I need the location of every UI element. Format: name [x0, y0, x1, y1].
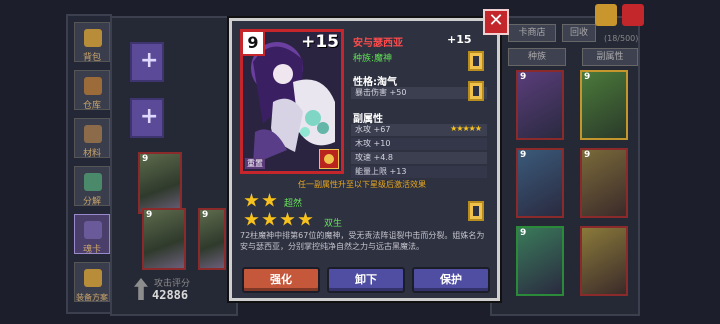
equip-plan-icon [84, 269, 102, 287]
warehouse-icon [84, 77, 102, 95]
sword-icon [134, 278, 148, 300]
card-level: 9 [202, 210, 209, 220]
hero-enhance-level: +15 [447, 33, 472, 46]
materials-icon [84, 125, 102, 143]
hero-description: 72柱魔神中排第67位的魔神，受无责法阵诅裂中击而分裂。姐姝名为安与瑟西亚，分别… [240, 231, 485, 251]
card-inventory-panel: 卡商店 回收 (18/500) 种族 副属性 9 9 9 9 9 [490, 16, 640, 316]
set-effect-label: 双生 [324, 219, 343, 229]
star-icon [298, 212, 313, 226]
card-tag: 重置 [245, 158, 265, 169]
star-icon [244, 212, 259, 226]
nav-soul-card[interactable]: 魂卡 [74, 214, 110, 255]
sub-attr-row: 木攻 +10 [351, 138, 487, 150]
equipped-card[interactable]: 9 [138, 152, 182, 214]
card-level: 9 [142, 154, 149, 164]
filter-race[interactable]: 种族 [508, 48, 566, 66]
activation-hint: 任一副属性升至以下星级后激活效果 [298, 180, 426, 189]
side-nav: 背包 仓库 材料 分解 魂卡 装备方案 [66, 14, 112, 314]
lock-icon[interactable] [468, 201, 484, 221]
inventory-card[interactable]: 9 [580, 148, 628, 218]
nav-equip-plan-label: 装备方案 [76, 293, 108, 302]
attack-score-value: 42886 [152, 288, 189, 302]
bag-icon [84, 29, 102, 47]
hero-name: 安与瑟西亚 [353, 38, 403, 49]
nav-warehouse-label: 仓库 [82, 101, 101, 111]
empty-slot[interactable]: + [130, 42, 164, 82]
attack-score: 攻击评分 42886 [122, 270, 230, 306]
inventory-card[interactable]: 9 [516, 148, 564, 218]
empty-slot[interactable]: + [130, 98, 164, 138]
card-level: 9 [520, 72, 527, 82]
hero-card: 9 +15 重置 [240, 29, 344, 174]
star-icon [244, 193, 259, 207]
nav-materials[interactable]: 材料 [74, 118, 110, 159]
card-detail-modal: 9 +15 重置 安与瑟西亚 +15 种族:魔神 性格:淘气 暴击伤害 +50 … [229, 18, 500, 301]
help-icon[interactable] [595, 4, 617, 26]
unequip-button[interactable]: 卸下 [327, 267, 405, 293]
nav-bag-label: 背包 [82, 53, 101, 63]
sub-attr-text: 木攻 +10 [355, 139, 391, 148]
star-icon [262, 193, 277, 207]
upgrade-button[interactable]: 强化 [242, 267, 320, 293]
plus-icon: + [140, 48, 159, 73]
sub-attr-row: 攻速 +4.8 [351, 152, 487, 164]
card-level: 9 [146, 210, 153, 220]
card-level-badge: 9 [243, 32, 265, 56]
sub-attr-text: 攻速 +4.8 [355, 153, 393, 162]
nav-decompose-label: 分解 [82, 197, 101, 207]
sub-attr-row: 能量上限 +13 [351, 166, 487, 178]
card-level: 9 [520, 150, 527, 160]
equipped-card[interactable]: 9 [142, 208, 186, 270]
soul-card-icon [84, 221, 102, 239]
nav-bag[interactable]: 背包 [74, 22, 110, 63]
sub-attr-row: 水攻 +67 ★★★★★ [351, 124, 487, 136]
nav-equip-plan[interactable]: 装备方案 [74, 262, 110, 302]
inventory-card[interactable]: 9 [516, 226, 564, 296]
personality-bonus: 暴击伤害 +50 [355, 88, 407, 97]
demon-emblem-icon [319, 149, 339, 169]
tab-recycle[interactable]: 回收 [562, 24, 596, 42]
equipped-card[interactable]: 9 [198, 208, 226, 270]
inventory-card[interactable]: 9 [516, 70, 564, 140]
sub-attr-title: 副属性 [353, 114, 383, 125]
star-icon [280, 212, 295, 226]
close-modal-button[interactable]: ✕ [483, 9, 509, 35]
card-level: 9 [584, 150, 591, 160]
hero-race: 种族:魔神 [353, 54, 393, 64]
lock-icon[interactable] [468, 51, 484, 71]
nav-decompose[interactable]: 分解 [74, 166, 110, 207]
inventory-card[interactable] [580, 226, 628, 296]
star-icon [262, 212, 277, 226]
sub-attr-text: 能量上限 +13 [355, 167, 407, 176]
lock-icon[interactable] [468, 81, 484, 101]
nav-warehouse[interactable]: 仓库 [74, 70, 110, 111]
card-enhance-level: +15 [301, 32, 339, 52]
close-page-icon[interactable] [622, 4, 644, 26]
inventory-card[interactable]: 9 [580, 70, 628, 140]
tab-card-shop[interactable]: 卡商店 [508, 24, 556, 42]
plus-icon: + [140, 104, 159, 129]
sub-attr-stars: ★★★★★ [450, 124, 482, 133]
set-effect-label: 超然 [284, 199, 303, 209]
personality-bonus-row: 暴击伤害 +50 [351, 87, 487, 99]
protect-button[interactable]: 保护 [412, 267, 490, 293]
personality-label: 性格:淘气 [353, 77, 397, 88]
nav-materials-label: 材料 [82, 149, 101, 159]
card-level: 9 [584, 72, 591, 82]
card-level: 9 [520, 228, 527, 238]
nav-soul-card-label: 魂卡 [82, 245, 101, 255]
decompose-icon [84, 173, 102, 191]
filter-sub-attr[interactable]: 副属性 [582, 48, 638, 66]
sub-attr-text: 水攻 +67 [355, 125, 391, 134]
card-count: (18/500) [604, 34, 639, 43]
